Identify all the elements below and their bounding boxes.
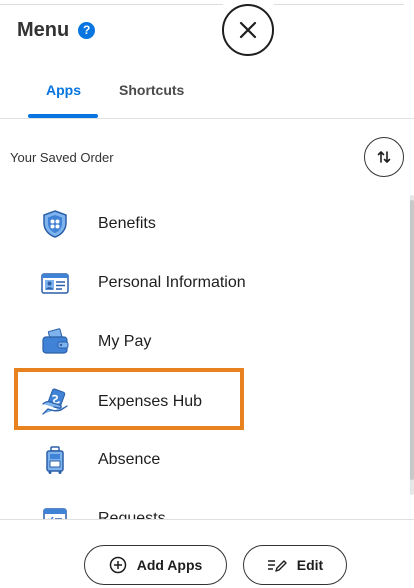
list-item-requests[interactable]: Requests — [0, 490, 400, 520]
list-item-absence[interactable]: Absence — [0, 431, 400, 489]
tab-apps[interactable]: Apps — [46, 82, 81, 98]
app-label-expenses-hub: Expenses Hub — [98, 393, 203, 410]
tabs-divider — [0, 118, 414, 119]
add-apps-label: Add Apps — [136, 557, 203, 573]
app-label-absence: Absence — [98, 451, 161, 468]
header-rule-left — [0, 4, 223, 5]
scrollbar-thumb[interactable] — [410, 200, 414, 480]
app-label-personal-information: Personal Information — [98, 274, 246, 291]
tab-shortcuts[interactable]: Shortcuts — [119, 82, 184, 98]
menu-tabs: Apps Shortcuts — [0, 70, 414, 118]
sort-arrows-icon — [377, 151, 391, 163]
close-icon — [239, 21, 257, 39]
saved-order-label: Your Saved Order — [10, 150, 114, 165]
list-item-expenses-hub[interactable]: Expenses Hub — [0, 373, 400, 431]
edit-button[interactable]: Edit — [243, 545, 347, 585]
header-rule-right — [274, 4, 404, 5]
clipboard-icon — [43, 508, 67, 520]
luggage-icon — [46, 446, 64, 474]
wallet-icon — [42, 328, 69, 354]
edit-pencil-icon — [267, 560, 287, 572]
menu-panel: Menu ? Apps Shortcuts Your Saved Order B… — [0, 0, 414, 588]
list-item-my-pay[interactable]: My Pay — [0, 313, 400, 371]
add-circle-icon — [109, 556, 126, 574]
list-item-benefits[interactable]: Benefits — [0, 195, 400, 253]
benefits-shield-icon — [43, 210, 67, 238]
id-card-icon — [41, 273, 69, 294]
expenses-hand-icon — [42, 388, 68, 415]
sort-button[interactable] — [364, 137, 404, 177]
footer-divider — [0, 519, 414, 520]
list-item-personal-information[interactable]: Personal Information — [0, 254, 400, 312]
page-title: Menu — [17, 19, 70, 41]
app-label-my-pay: My Pay — [98, 333, 152, 350]
app-label-benefits: Benefits — [98, 215, 156, 232]
menu-header: Menu ? — [17, 19, 96, 42]
add-apps-button[interactable]: Add Apps — [84, 545, 227, 585]
edit-label: Edit — [296, 557, 324, 573]
apps-list: Benefits Personal Information My Pay Exp… — [0, 190, 410, 520]
help-icon[interactable]: ? — [78, 22, 96, 39]
close-button[interactable] — [222, 4, 274, 56]
